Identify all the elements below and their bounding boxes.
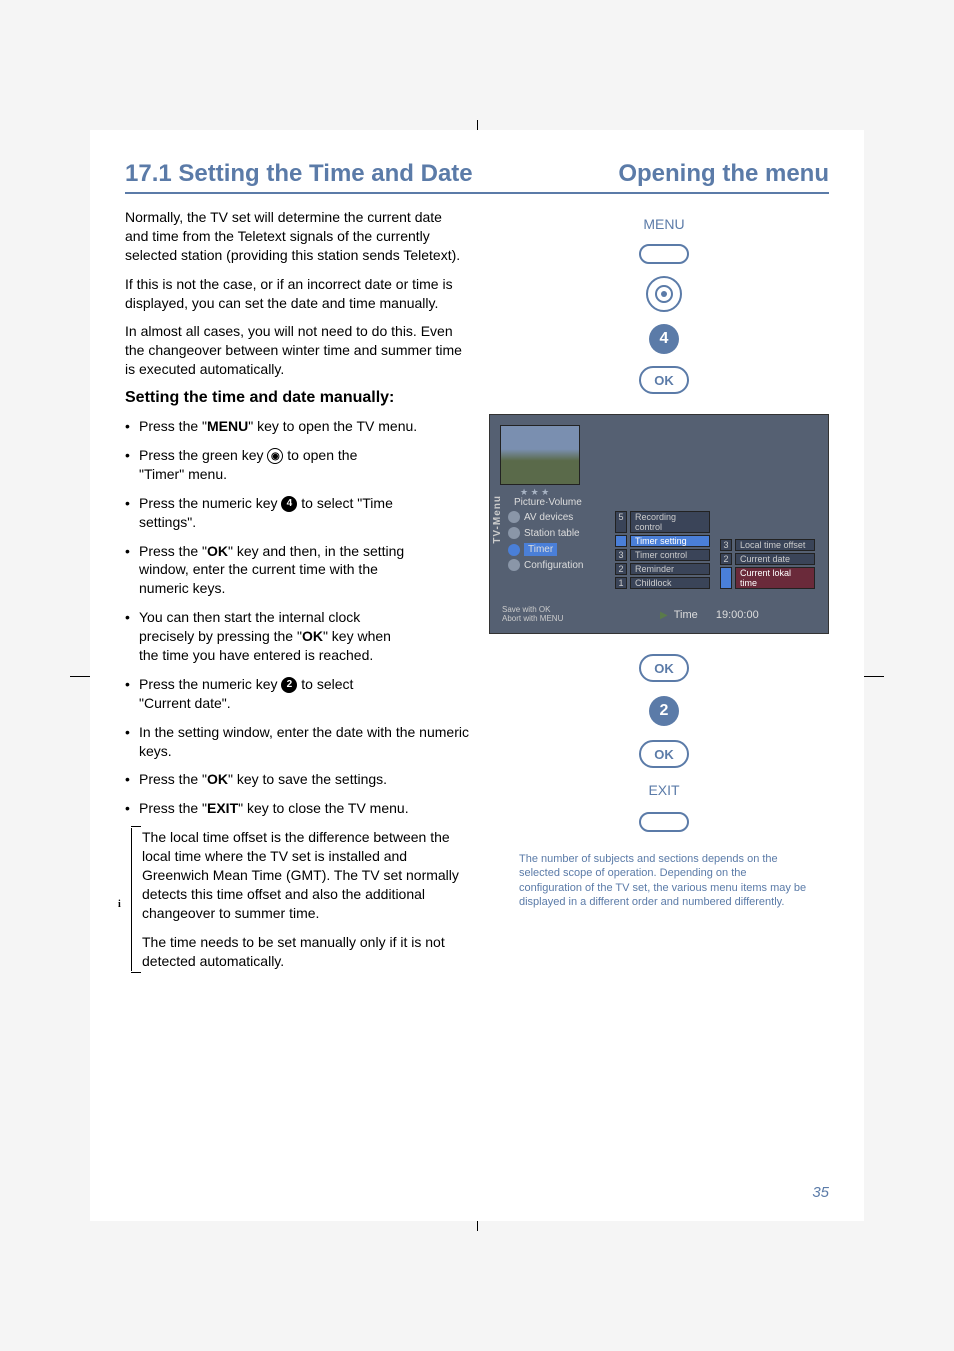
tv-save-abort: Save with OK Abort with MENU xyxy=(502,605,563,623)
page-content: 17.1 Setting the Time and Date Opening t… xyxy=(90,130,864,1221)
key-2-icon: 2 xyxy=(281,677,297,693)
picture-volume-label: Picture·Volume xyxy=(514,497,582,508)
tv-col3-offset: Local time offset xyxy=(735,539,815,551)
bullet-ok-enter: Press the "OK" key and then, in the sett… xyxy=(125,542,405,599)
bullet-ok-start: You can then start the internal clock pr… xyxy=(125,608,405,665)
tv-item-station: Station table xyxy=(524,528,580,539)
bullet-green-key: Press the green key ◉ to open the "Timer… xyxy=(125,446,405,484)
green-button-icon xyxy=(646,276,682,312)
clock-icon: ◉ xyxy=(267,448,283,464)
tv-menu-sidebar-label: TV-Menu xyxy=(492,495,503,544)
ok-button-icon: OK xyxy=(639,366,689,394)
tv-time-display: Time 19:00:00 xyxy=(660,609,759,621)
tv-col3-localtime: Current lokal time xyxy=(735,567,815,589)
tv-col2-timersetting: Timer setting xyxy=(630,535,710,547)
num-2-button-icon: 2 xyxy=(649,696,679,726)
subheading: Setting the time and date manually: xyxy=(125,389,469,407)
bullet-exit: Press the "EXIT" key to close the TV men… xyxy=(125,799,469,818)
exit-button-icon xyxy=(639,812,689,832)
tv-item-config: Configuration xyxy=(524,560,583,571)
tv-col2-reminder: Reminder xyxy=(630,563,710,575)
intro-p3: In almost all cases, you will not need t… xyxy=(125,322,469,379)
info-p1: The local time offset is the difference … xyxy=(142,828,469,922)
tv-preview-thumbnail xyxy=(500,425,580,485)
bullet-ok-save: Press the "OK" key to save the settings. xyxy=(125,770,469,789)
tv-col3-currentdate: Current date xyxy=(735,553,815,565)
bullet-menu: Press the "MENU" key to open the TV menu… xyxy=(125,417,469,436)
ok-button-icon-3: OK xyxy=(639,740,689,768)
exit-label: EXIT xyxy=(648,782,679,798)
tv-col2-timercontrol: Timer control xyxy=(630,549,710,561)
intro-p1: Normally, the TV set will determine the … xyxy=(125,208,469,265)
section-subtitle: Opening the menu xyxy=(618,160,829,188)
main-heading: 17.1 Setting the Time and Date Opening t… xyxy=(125,160,829,194)
section-title: 17.1 Setting the Time and Date xyxy=(125,160,473,188)
remote-sequence-top: MENU 4 OK xyxy=(639,216,689,394)
bullet-enter-date: In the setting window, enter the date wi… xyxy=(125,723,469,761)
intro-p2: If this is not the case, or if an incorr… xyxy=(125,275,469,313)
page-number: 35 xyxy=(812,1184,829,1201)
tv-col2-childlock: Childlock xyxy=(630,577,710,589)
footnote: The number of subjects and sections depe… xyxy=(519,852,809,909)
menu-label: MENU xyxy=(643,216,684,232)
key-4-icon: 4 xyxy=(281,496,297,512)
tv-item-timer: Timer xyxy=(524,543,557,556)
remote-sequence-bottom: OK 2 OK EXIT xyxy=(639,654,689,832)
bullet-num2: Press the numeric key 2 to select "Curre… xyxy=(125,675,405,713)
ok-button-icon-2: OK xyxy=(639,654,689,682)
info-icon: i xyxy=(118,899,121,910)
left-column: Normally, the TV set will determine the … xyxy=(125,208,469,981)
tv-col2-recording: Recording control xyxy=(630,511,710,533)
info-box: i The local time offset is the differenc… xyxy=(131,828,469,970)
bullet-num4: Press the numeric key 4 to select "Time … xyxy=(125,494,405,532)
info-p2: The time needs to be set manually only i… xyxy=(142,933,469,971)
right-column: MENU 4 OK TV-Menu ★ ★ ★ Picture·Volume A… xyxy=(499,208,829,981)
tv-menu-screenshot: TV-Menu ★ ★ ★ Picture·Volume AV devices … xyxy=(489,414,829,634)
tv-item-av: AV devices xyxy=(524,512,573,523)
num-4-button-icon: 4 xyxy=(649,324,679,354)
menu-button-icon xyxy=(639,244,689,264)
